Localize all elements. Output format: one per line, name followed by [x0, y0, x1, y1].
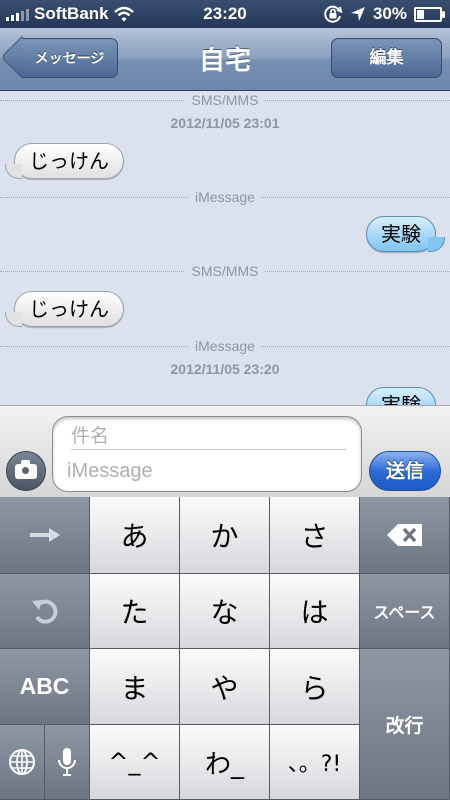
right-arrow-icon [29, 528, 60, 542]
incoming-message-bubble[interactable]: じっけん [5, 291, 124, 327]
message-text: じっけん [29, 149, 109, 173]
navigation-bar: メッセージ 自宅 編集 [0, 28, 450, 91]
undo-icon [31, 599, 57, 624]
outgoing-message-bubble[interactable]: 実験 [366, 216, 445, 252]
conversation-title: 自宅 [198, 46, 251, 76]
subject-input[interactable] [71, 423, 347, 450]
status-bar: SoftBank 23:20 30% [0, 0, 450, 28]
globe-icon [9, 749, 35, 775]
microphone-icon [58, 748, 76, 776]
bubble-tail [428, 237, 445, 252]
message-text: じっけん [29, 297, 109, 321]
service-divider: iMessage [0, 189, 450, 205]
message-thread[interactable]: SMS/MMS 2012/11/05 23:01 じっけん iMessage 実… [0, 91, 450, 405]
message-text: 実験 [381, 222, 421, 246]
japanese-kana-keyboard: あ か さ た な は スペース ABC ま や ら 改行 ^_^ わ_ 、。?… [0, 497, 450, 800]
battery-icon [414, 6, 445, 22]
key-ka[interactable]: か [180, 497, 270, 574]
backspace-icon [386, 524, 422, 546]
key-a[interactable]: あ [90, 497, 180, 574]
timestamp: 2012/11/05 23:20 [170, 361, 280, 377]
send-button[interactable]: 送信 [369, 451, 441, 491]
key-punctuation[interactable]: 、。?! [270, 725, 360, 800]
edit-button[interactable]: 編集 [331, 38, 442, 78]
globe-key[interactable] [0, 725, 45, 800]
location-arrow-icon [350, 7, 365, 21]
key-emoticon[interactable]: ^_^ [90, 725, 180, 800]
key-ma[interactable]: ま [90, 649, 180, 725]
message-text: 実験 [381, 393, 421, 405]
key-ra[interactable]: ら [270, 649, 360, 725]
camera-lens [21, 466, 30, 475]
service-label: SMS/MMS [185, 92, 265, 108]
return-key[interactable]: 改行 [360, 649, 450, 800]
next-candidate-key[interactable] [0, 497, 90, 574]
key-ya[interactable]: や [180, 649, 270, 725]
message-input[interactable] [67, 457, 347, 485]
service-divider: SMS/MMS [0, 263, 450, 279]
service-divider: SMS/MMS [0, 92, 450, 108]
status-right-group: 30% [323, 4, 445, 24]
service-divider: iMessage [0, 338, 450, 354]
microphone-key[interactable] [45, 725, 90, 800]
compose-bar: 送信 [0, 405, 450, 498]
compose-field [52, 416, 362, 492]
key-ha[interactable]: は [270, 574, 360, 649]
camera-button[interactable] [6, 451, 46, 491]
abc-key[interactable]: ABC [0, 649, 90, 725]
battery-fill [417, 9, 425, 19]
delete-key[interactable] [360, 497, 450, 574]
key-ta[interactable]: た [90, 574, 180, 649]
orientation-lock-icon [324, 5, 343, 23]
bubble-tail [5, 164, 22, 179]
battery-percent: 30% [372, 4, 407, 23]
service-label: SMS/MMS [185, 263, 265, 279]
timestamp: 2012/11/05 23:01 [170, 115, 280, 131]
service-label: iMessage [189, 189, 261, 205]
camera-icon [15, 460, 37, 479]
service-label: iMessage [189, 338, 261, 354]
bubble-tail [5, 312, 22, 327]
incoming-message-bubble[interactable]: じっけん [5, 143, 124, 179]
undo-key[interactable] [0, 574, 90, 649]
key-wa[interactable]: わ_ [180, 725, 270, 800]
key-sa[interactable]: さ [270, 497, 360, 574]
space-key[interactable]: スペース [360, 574, 450, 649]
key-na[interactable]: な [180, 574, 270, 649]
outgoing-message-bubble[interactable]: 実験 [366, 387, 436, 405]
